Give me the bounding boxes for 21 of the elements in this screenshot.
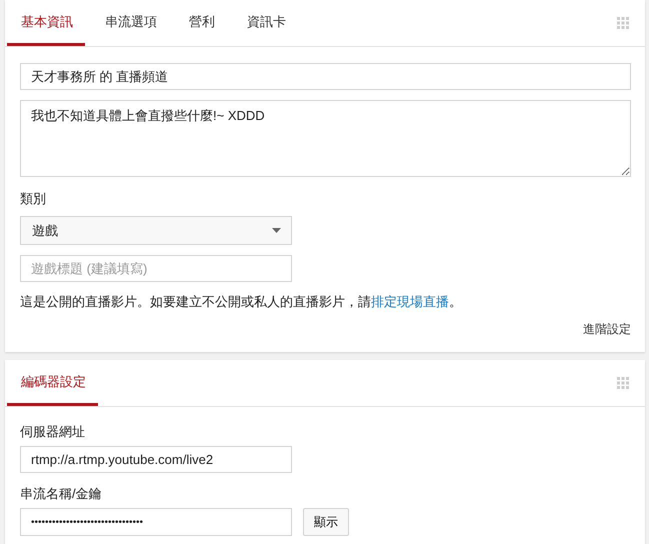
drag-handle-icon[interactable] <box>617 377 629 389</box>
description-field[interactable]: 我也不知道具體上會直撥些什麼!~ XDDD <box>20 100 631 177</box>
notice-text: 這是公開的直播影片。如要建立不公開或私人的直播影片，請排定現場直播。 <box>20 293 462 311</box>
stream-key-field[interactable]: •••••••••••••••••••••••••••••••• <box>20 508 292 536</box>
category-dropdown[interactable]: 遊戲 <box>20 216 292 245</box>
category-label: 類別 <box>20 190 46 208</box>
show-button[interactable]: 顯示 <box>303 508 349 536</box>
stream-key-label: 串流名稱/金鑰 <box>20 485 102 503</box>
drag-handle-icon[interactable] <box>617 17 629 29</box>
game-title-field[interactable]: 遊戲標題 (建議填寫) <box>20 255 292 282</box>
server-url-field[interactable]: rtmp://a.rtmp.youtube.com/live2 <box>20 446 292 473</box>
advanced-settings-link[interactable]: 進階設定 <box>583 321 631 338</box>
schedule-link[interactable]: 排定現場直播 <box>371 294 449 309</box>
dropdown-arrow-icon <box>272 228 281 233</box>
tab[interactable]: 串流選項 <box>93 0 169 46</box>
title-field[interactable]: 天才事務所 的 直播頻道 <box>20 63 631 90</box>
tab[interactable]: 編碼器設定 <box>7 360 98 406</box>
server-url-label: 伺服器網址 <box>20 423 85 441</box>
tab[interactable]: 基本資訊 <box>7 0 85 46</box>
tab[interactable]: 營利 <box>177 0 227 46</box>
tab[interactable]: 資訊卡 <box>235 0 298 46</box>
